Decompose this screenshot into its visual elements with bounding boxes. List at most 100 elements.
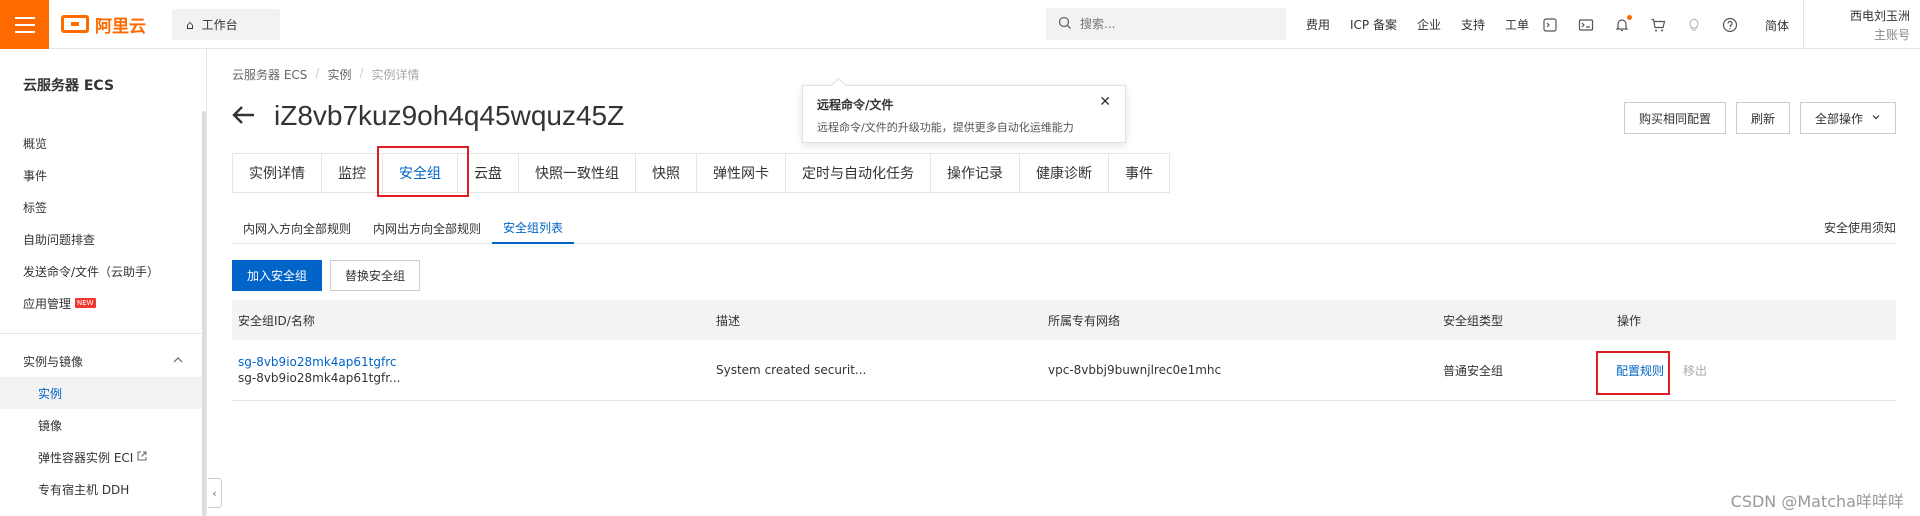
menu-icon[interactable]: [0, 0, 49, 49]
sidebar-item-send-command[interactable]: 发送命令/文件（云助手）: [0, 255, 202, 287]
security-group-tab-highlight: [377, 146, 469, 197]
sidebar-collapse-button[interactable]: ‹: [208, 478, 222, 508]
close-icon[interactable]: ✕: [1099, 94, 1111, 110]
breadcrumb-separator: /: [359, 66, 364, 80]
tab-events[interactable]: 事件: [1109, 153, 1170, 193]
cell-id-name: sg-8vb9io28mk4ap61tgfrc sg-8vb9io28mk4ap…: [238, 354, 400, 386]
tab-scheduled-tasks[interactable]: 定时与自动化任务: [786, 153, 931, 193]
watermark: CSDN @Matcha咩咩咩: [1730, 492, 1904, 511]
notification-dot: [1627, 14, 1632, 20]
sidebar-item-label: 专有宿主机 DDH: [38, 482, 130, 497]
aliyun-logo[interactable]: 阿里云: [61, 12, 146, 37]
language-switch[interactable]: 简体: [1765, 17, 1789, 34]
tab-snapshots[interactable]: 快照: [636, 153, 697, 193]
buy-same-config-button[interactable]: 购买相同配置: [1623, 102, 1726, 134]
cart-icon[interactable]: [1650, 17, 1666, 33]
sidebar-divider: [0, 333, 202, 334]
sidebar-item-troubleshoot[interactable]: 自助问题排查: [0, 223, 202, 255]
tab-monitoring[interactable]: 监控: [322, 153, 383, 193]
lightbulb-icon[interactable]: [1686, 17, 1702, 33]
breadcrumb-separator: /: [315, 66, 320, 80]
terminal-icon[interactable]: [1578, 17, 1594, 33]
home-icon: ⌂: [186, 17, 194, 32]
sidebar-item-label: 镜像: [38, 418, 63, 433]
nav-link-ticket[interactable]: 工单: [1505, 16, 1529, 33]
back-arrow-icon[interactable]: [232, 102, 256, 130]
sidebar-item-images[interactable]: 镜像: [0, 409, 202, 441]
sidebar-item-label: 标签: [23, 200, 48, 215]
tab-health-diagnosis[interactable]: 健康诊断: [1020, 153, 1109, 193]
page-actions: 购买相同配置 刷新 全部操作: [1623, 102, 1896, 134]
breadcrumb-ecs[interactable]: 云服务器 ECS: [232, 66, 307, 83]
cell-description: System created securit...: [716, 363, 867, 377]
top-nav-icons: [1542, 0, 1738, 49]
search-input[interactable]: [1080, 17, 1260, 31]
bell-icon[interactable]: [1614, 14, 1632, 33]
workbench-label: 工作台: [201, 18, 238, 32]
nav-link-icp[interactable]: ICP 备案: [1350, 16, 1397, 33]
user-account[interactable]: 西电刘玉洲 主账号: [1812, 7, 1910, 43]
top-bar: 阿里云 ⌂ 工作台 费用 ICP 备案 企业 支持 工单 简体 西电刘玉洲 主账…: [0, 0, 1920, 49]
security-group-subtabs: 内网入方向全部规则 内网出方向全部规则 安全组列表 安全使用须知: [232, 212, 1896, 244]
header-description: 描述: [716, 313, 741, 328]
cell-type: 普通安全组: [1443, 363, 1504, 378]
user-name: 西电刘玉洲: [1849, 9, 1910, 23]
subtab-security-group-list[interactable]: 安全组列表: [492, 212, 575, 244]
sidebar-title: 云服务器 ECS: [23, 78, 115, 94]
remove-link[interactable]: 移出: [1683, 362, 1707, 379]
workbench-button[interactable]: ⌂ 工作台: [172, 9, 280, 40]
chevron-down-icon: [1871, 111, 1881, 125]
sidebar-item-label: 应用管理: [23, 296, 72, 311]
subtab-outbound-rules[interactable]: 内网出方向全部规则: [362, 212, 492, 244]
nav-link-fee[interactable]: 费用: [1306, 16, 1330, 33]
sidebar-item-overview[interactable]: 概览: [0, 127, 202, 159]
all-actions-label: 全部操作: [1814, 111, 1863, 126]
nav-link-support[interactable]: 支持: [1461, 16, 1485, 33]
external-link-icon: [137, 450, 147, 464]
tab-enis[interactable]: 弹性网卡: [697, 153, 786, 193]
subtab-inbound-rules[interactable]: 内网入方向全部规则: [232, 212, 362, 244]
user-role: 主账号: [1873, 28, 1910, 42]
popover-title: 远程命令/文件: [817, 98, 894, 112]
title-row: iZ8vb7kuz9oh4q45wquz45Z: [232, 100, 624, 132]
sidebar-item-cloudbox[interactable]: 云盒: [0, 505, 202, 516]
top-nav-links: 费用 ICP 备案 企业 支持 工单: [1306, 0, 1549, 49]
security-group-id-link[interactable]: sg-8vb9io28mk4ap61tgfrc: [238, 354, 400, 370]
cell-vpc: vpc-8vbbj9buwnjlrec0e1mhc: [1048, 363, 1222, 377]
sidebar-item-events[interactable]: 事件: [0, 159, 202, 191]
search-box[interactable]: [1046, 8, 1286, 40]
sidebar-item-label: 发送命令/文件（云助手）: [23, 264, 160, 279]
security-usage-notice-link[interactable]: 安全使用须知: [1824, 212, 1896, 243]
header-vpc: 所属专有网络: [1048, 313, 1121, 328]
header-id-name: 安全组ID/名称: [238, 313, 315, 328]
tab-instance-details[interactable]: 实例详情: [233, 153, 322, 193]
sidebar-item-ddh[interactable]: 专有宿主机 DDH: [0, 473, 202, 505]
replace-security-group-button[interactable]: 替换安全组: [330, 260, 421, 291]
sidebar-item-instances[interactable]: 实例: [0, 377, 202, 409]
header-type: 安全组类型: [1443, 313, 1504, 328]
sidebar-group-label: 实例与镜像: [23, 354, 84, 369]
sidebar-group-instances-images[interactable]: 实例与镜像: [0, 345, 202, 377]
aliyun-logo-icon: [61, 15, 89, 33]
refresh-button[interactable]: 刷新: [1735, 102, 1790, 134]
header-actions: 操作: [1617, 313, 1642, 328]
breadcrumb-instances[interactable]: 实例: [327, 66, 351, 83]
tab-snapshot-consistency-groups[interactable]: 快照一致性组: [519, 153, 636, 193]
chevron-left-icon: ‹: [212, 486, 217, 500]
logo-text: 阿里云: [95, 16, 146, 37]
page-title: iZ8vb7kuz9oh4q45wquz45Z: [274, 100, 625, 131]
sidebar-item-label: 云盒: [38, 513, 62, 516]
add-security-group-button[interactable]: 加入安全组: [232, 260, 323, 291]
tab-operation-logs[interactable]: 操作记录: [931, 153, 1020, 193]
sidebar-item-label: 事件: [23, 168, 48, 183]
sidebar-scrollbar[interactable]: [202, 111, 206, 516]
nav-link-enterprise[interactable]: 企业: [1417, 16, 1441, 33]
security-group-name: sg-8vb9io28mk4ap61tgfr...: [238, 371, 401, 385]
sidebar-item-tags[interactable]: 标签: [0, 191, 202, 223]
help-icon[interactable]: [1722, 17, 1738, 33]
sidebar-item-app-management[interactable]: 应用管理 NEW: [0, 287, 202, 319]
sidebar-item-label: 自助问题排查: [23, 232, 96, 247]
cloud-shell-icon[interactable]: [1542, 17, 1558, 33]
all-actions-dropdown[interactable]: 全部操作: [1799, 102, 1896, 134]
sidebar-item-eci[interactable]: 弹性容器实例 ECI: [0, 441, 202, 473]
